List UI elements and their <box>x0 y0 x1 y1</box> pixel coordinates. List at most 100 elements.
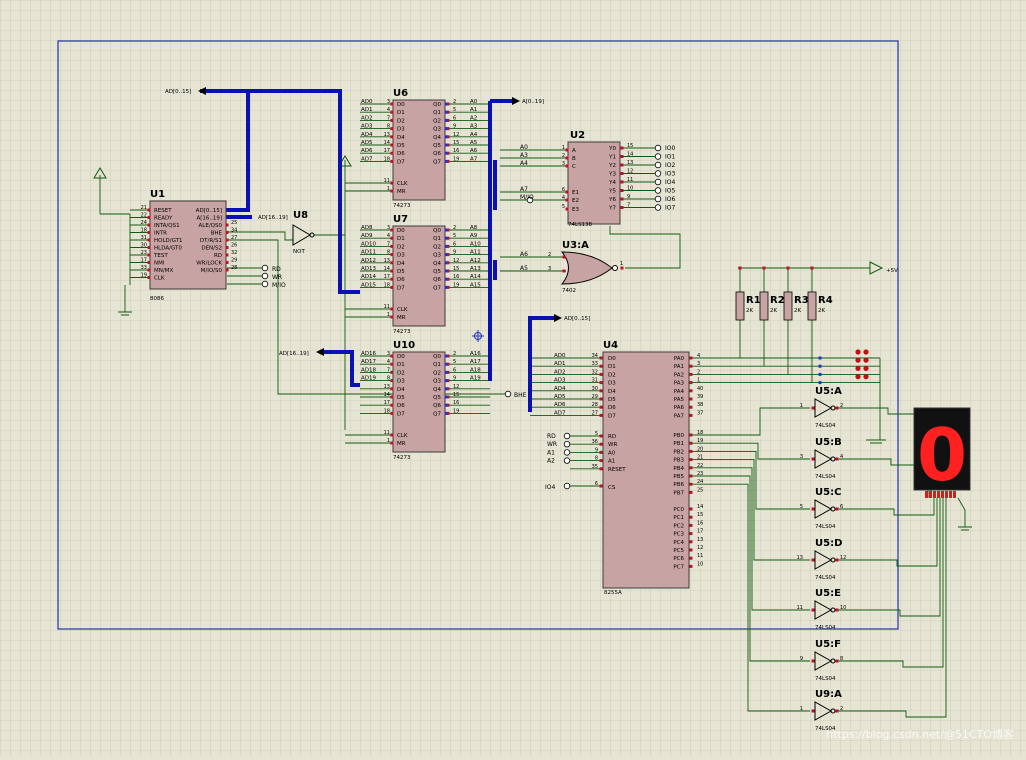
pin-dot <box>600 443 603 446</box>
resistor-value: 2K <box>818 308 825 314</box>
latch-q-net: A16 <box>470 351 481 357</box>
pin-marker <box>445 396 448 399</box>
io-terminal <box>655 171 661 177</box>
latch-pin-label: Q0 <box>433 354 441 360</box>
u2-pin-label: E3 <box>572 207 579 213</box>
u4-pc-label: PC5 <box>673 548 684 554</box>
pin-dot <box>148 246 151 249</box>
pin-dot <box>148 216 151 219</box>
latch-pin-label: D1 <box>397 362 405 368</box>
u4-d-net: AD4 <box>554 386 566 392</box>
u4-pin-label: D3 <box>608 381 616 387</box>
u4-ctrl-terminal <box>564 433 570 439</box>
latch-pin-number: 17 <box>384 274 390 280</box>
pin-dot <box>621 198 624 201</box>
pin-dot <box>739 267 742 270</box>
led-indicator <box>855 366 860 371</box>
pin-dot <box>391 434 394 437</box>
latch-d-net: AD14 <box>361 274 376 280</box>
latch-pin-label: Q6 <box>433 151 441 157</box>
latch-pin-number: 13 <box>384 132 390 138</box>
latch-pin-label: CLK <box>397 433 408 439</box>
u2-pin-label: Y3 <box>608 172 616 178</box>
pin-dot <box>148 224 151 227</box>
pin-dot <box>690 414 693 417</box>
u4-pin-number: 27 <box>592 410 598 416</box>
pin-dot <box>391 371 394 374</box>
latch-pin-label: D7 <box>397 411 405 417</box>
resistor-value: 2K <box>746 308 753 314</box>
latch-pin-label: MR <box>397 315 406 321</box>
latch-d-net: AD9 <box>361 233 373 239</box>
latch-pin-number: 18 <box>384 156 390 162</box>
rd-net-label: RD <box>272 266 281 273</box>
pin-dot <box>391 127 394 130</box>
pin-dot <box>148 276 151 279</box>
latch-pin-number: 17 <box>384 148 390 154</box>
seven-seg-pin <box>925 491 928 498</box>
u4-pb-number: 23 <box>697 471 703 477</box>
pin-dot <box>391 308 394 311</box>
pin-dot <box>226 246 229 249</box>
latch-pin-number: 2 <box>453 225 456 231</box>
pin-dot <box>600 414 603 417</box>
u2-pin-number: 12 <box>627 169 633 175</box>
wr-terminal <box>262 273 268 279</box>
u4-pa-label: PA1 <box>674 364 684 370</box>
latch-pin-label: Q6 <box>433 277 441 283</box>
latch-pin-label: MR <box>397 189 406 195</box>
pin-dot <box>621 172 624 175</box>
latch-pin-number: 3 <box>387 99 390 105</box>
pin-dot <box>391 316 394 319</box>
u2-pin-number: 10 <box>627 186 633 192</box>
latch-pin-number: 2 <box>453 99 456 105</box>
led-indicator <box>855 349 860 354</box>
u4-pa-number: 38 <box>697 402 703 408</box>
u2-part: 74LS138 <box>568 222 593 228</box>
inverter-pin-number: 6 <box>840 504 843 510</box>
u4-d-net: AD0 <box>554 353 566 359</box>
inverter-part: 74LS04 <box>815 524 836 530</box>
u2-pin-number: 1 <box>562 145 565 151</box>
pin-dot <box>812 559 815 562</box>
u1-pin-number: 33 <box>141 265 147 271</box>
u2-pin-label: E2 <box>572 198 579 204</box>
latch-pin-label: Q2 <box>433 118 441 124</box>
u3-in-net: A6 <box>520 251 528 258</box>
latch-pin-number: 16 <box>453 400 459 406</box>
inverter-part: 74LS04 <box>815 676 836 682</box>
latch-pin-number: 6 <box>453 115 456 121</box>
u4-pb-label: PB7 <box>673 490 684 496</box>
u2-pin-number: 4 <box>562 195 565 201</box>
pin-marker <box>445 152 448 155</box>
pin-dot <box>812 407 815 410</box>
u4-pin-number: 31 <box>592 378 598 384</box>
u2-pin-label: Y4 <box>608 180 616 186</box>
latch-pin-label: Q2 <box>433 244 441 250</box>
latch-q-net: A18 <box>470 367 481 373</box>
u4-pin-label: WR <box>608 442 617 448</box>
pin-dot <box>391 396 394 399</box>
latch-pin-number: 3 <box>387 351 390 357</box>
u4-pb-label: PB1 <box>673 441 684 447</box>
u4-pa-label: PA6 <box>674 405 685 411</box>
latch-pin-label: Q4 <box>433 135 441 141</box>
u4-pin-label: A0 <box>608 450 616 456</box>
seven-seg-pin <box>933 491 936 498</box>
schematic-canvas[interactable]: 0 U1808621RESET22READY24INTA/QS118INTR31… <box>0 0 1026 756</box>
u2-in-net: A3 <box>520 152 528 159</box>
latch-pin-number: 18 <box>384 282 390 288</box>
ad-u4-label: AD[0..15] <box>564 316 590 322</box>
u1-pin-label: DEN/S2 <box>201 246 222 252</box>
pin-dot <box>600 365 603 368</box>
latch-pin-number: 9 <box>453 124 456 130</box>
latch-q-net: A19 <box>470 376 481 382</box>
pin-dot <box>391 261 394 264</box>
latch-q-net: A4 <box>470 132 478 138</box>
u2-out-net: IO0 <box>665 145 675 152</box>
u4-cs-terminal <box>564 483 570 489</box>
u2-out-net: IO7 <box>665 205 675 212</box>
u1-pin-label: MN/MX <box>154 268 173 274</box>
u4-pin-label: A1 <box>608 459 615 465</box>
latch-pin-number: 12 <box>453 384 459 390</box>
